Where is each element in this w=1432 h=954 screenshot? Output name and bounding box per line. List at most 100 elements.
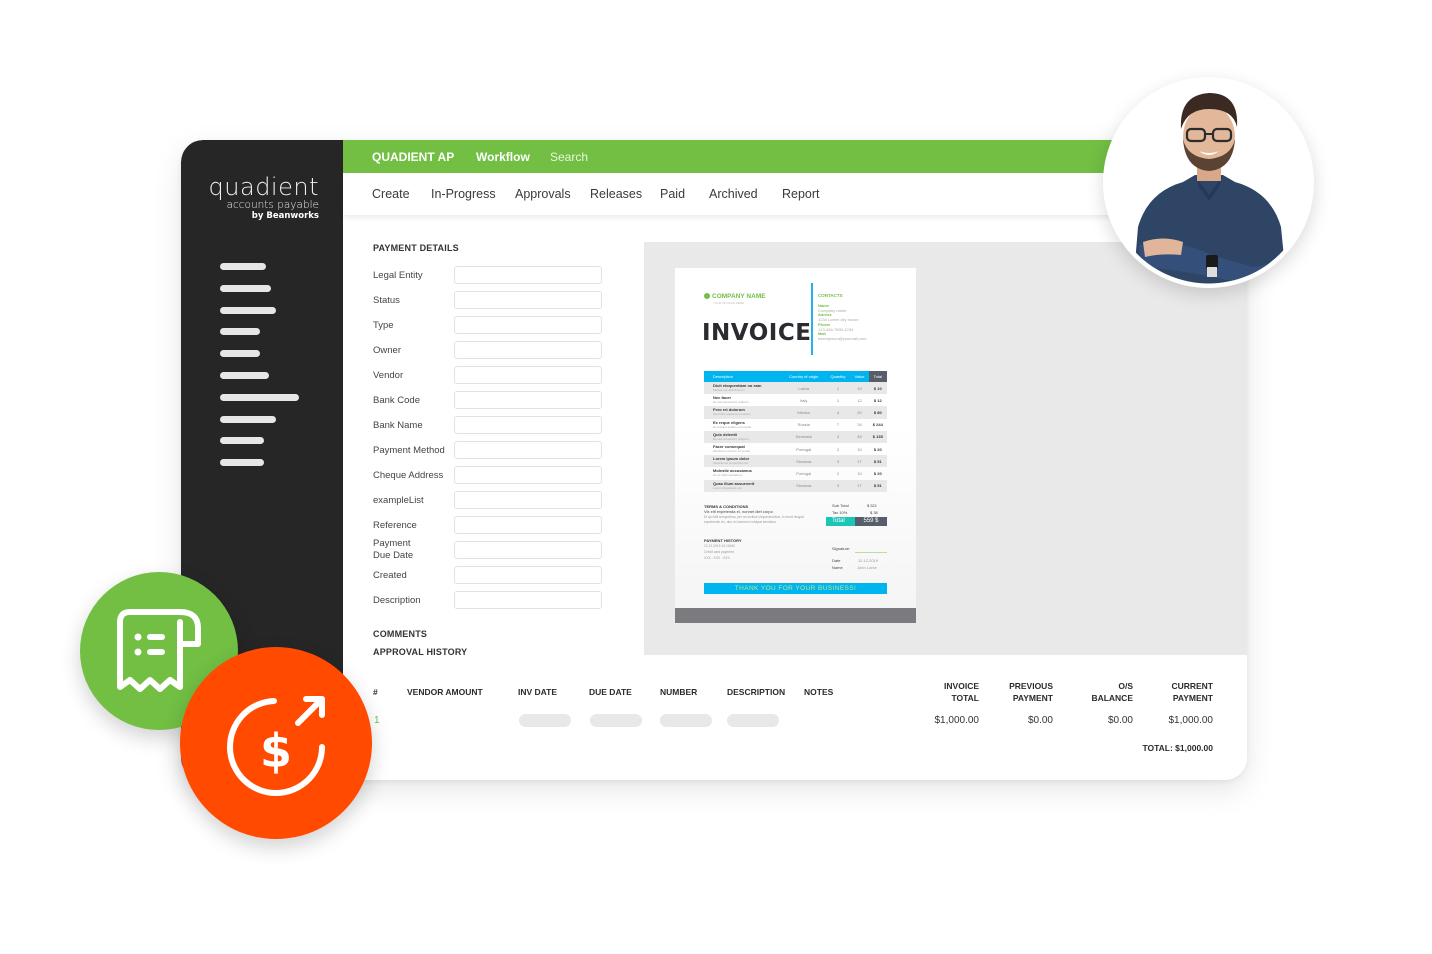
- item-description: Dicit eloquentiam no eam Meliore ius defi…: [704, 382, 782, 395]
- total-label: Total: [826, 517, 855, 526]
- sidebar-menu-item[interactable]: [220, 437, 264, 445]
- payment-details-title: PAYMENT DETAILS: [373, 243, 459, 253]
- brand-link[interactable]: QUADIENT AP: [372, 150, 454, 164]
- item-total: $ 244: [872, 422, 883, 428]
- item-subtitle: Lorem disputando pro: [713, 485, 743, 490]
- sidebar-menu-item[interactable]: [220, 350, 260, 358]
- current-payment-value: $1,000.00: [1168, 715, 1214, 726]
- invoice-total-bar: Total 559 $: [826, 517, 887, 526]
- item-title: Quas illum assueverit: [713, 480, 755, 486]
- item-description: Quas illum assueverit Lorem disputando pr…: [704, 479, 782, 492]
- field-input[interactable]: [454, 441, 602, 459]
- field-input[interactable]: [454, 366, 602, 384]
- item-value: 17: [850, 479, 869, 492]
- tab-archived[interactable]: Archived: [709, 187, 758, 201]
- payment-history-line: 12.12.2019 10:10AM: [704, 544, 735, 548]
- item-quantity: 4: [825, 406, 851, 419]
- invoice-title: INVOICE: [702, 320, 812, 346]
- field-input[interactable]: [454, 566, 602, 584]
- contact-address: Adress 1234 Lorem city house: [818, 312, 858, 322]
- field-input[interactable]: [454, 466, 602, 484]
- tab-create[interactable]: Create: [372, 187, 410, 201]
- item-description: Nec facer Eu sed assueverit, adipisci: [704, 394, 782, 406]
- divider: [811, 283, 813, 355]
- invoice-item-row: Quas illum assueverit Lorem disputando pr…: [704, 479, 887, 492]
- name-label: Name: [832, 565, 843, 570]
- inv-date-placeholder: [519, 714, 571, 727]
- item-total: $ 20: [873, 446, 882, 452]
- sidebar-menu-item[interactable]: [220, 415, 276, 423]
- field-label: Bank Name: [373, 420, 423, 431]
- item-country: Latvia: [781, 382, 826, 395]
- field-input[interactable]: [454, 341, 602, 359]
- field-input[interactable]: [454, 291, 602, 309]
- approval-history-title[interactable]: APPROVAL HISTORY: [373, 647, 467, 657]
- payment-history-line: Credit card payment: [704, 550, 734, 554]
- item-title: Ex reque eligens: [713, 419, 745, 425]
- item-quantity: 2: [836, 446, 840, 452]
- total-value: 559 $: [855, 517, 887, 526]
- field-label: Owner: [373, 345, 401, 356]
- item-country: Slovenia: [781, 455, 826, 468]
- invoice-item-row: Molestie accusamus Eu sit vidit mandamus P…: [704, 467, 887, 479]
- field-label: Created: [373, 570, 407, 581]
- search-link[interactable]: Search: [550, 150, 588, 164]
- field-label: Vendor: [373, 370, 404, 381]
- invoice-document[interactable]: COMPANY NAME YOUR SLOGAN HERE INVOICE CO…: [675, 268, 916, 623]
- row-number[interactable]: 1: [374, 715, 380, 726]
- field-input[interactable]: [454, 391, 602, 409]
- sidebar-menu-item[interactable]: [220, 328, 260, 336]
- col-header-vendor-amount: VENDOR AMOUNT: [407, 687, 483, 697]
- tab-report[interactable]: Report: [782, 187, 820, 201]
- field-input[interactable]: [454, 266, 602, 284]
- invoice-item-row: Nec facer Eu sed assueverit, adipisci Ital…: [704, 394, 887, 406]
- tab-in-progress[interactable]: In-Progress: [431, 187, 496, 201]
- company-tagline: YOUR SLOGAN HERE: [713, 301, 745, 305]
- item-value: 17: [850, 455, 869, 468]
- field-input[interactable]: [454, 591, 602, 609]
- field-input[interactable]: [454, 491, 602, 509]
- invoice-item-row: Quis deleniti Eu sed assueverit, adipisci…: [704, 430, 887, 443]
- item-total: $ 20: [873, 470, 882, 476]
- logo: quadient accounts payable by Beanworks: [207, 174, 319, 222]
- col-header-invoice-total: INVOICE TOTAL: [944, 681, 979, 703]
- sidebar-menu-item[interactable]: [220, 459, 264, 467]
- logo-subtitle: accounts payable: [226, 199, 319, 211]
- invoice-item-row: Facer consequat Mentitum nostrum sit orna…: [704, 443, 887, 455]
- sidebar-menu-item[interactable]: [220, 306, 276, 314]
- field-input[interactable]: [454, 416, 602, 434]
- item-quantity: 3: [825, 455, 851, 468]
- workflow-link[interactable]: Workflow: [476, 150, 530, 164]
- tab-approvals[interactable]: Approvals: [515, 187, 571, 201]
- item-subtitle: Meliore ius definitionem: [713, 388, 745, 393]
- company-logo-icon: [704, 293, 710, 299]
- tab-paid[interactable]: Paid: [660, 187, 685, 201]
- item-description: Quis deleniti Eu sed assueverit, adipisci: [704, 430, 782, 443]
- comments-title[interactable]: COMMENTS: [373, 629, 427, 639]
- date-label: Date: [832, 558, 841, 563]
- contact-value: loremipsum@yourmail.com: [818, 335, 867, 341]
- item-value: 10: [857, 446, 862, 452]
- tab-releases[interactable]: Releases: [590, 187, 642, 201]
- field-label: Payment Method: [373, 445, 445, 456]
- item-description: Lorem ipsum dolor Laboramus temporibus ad: [704, 455, 782, 468]
- date-value: 12.12.2019: [858, 558, 879, 563]
- name-value: John Lorke: [857, 565, 877, 570]
- field-label: Legal Entity: [373, 270, 423, 281]
- company-name: COMPANY NAME: [704, 293, 766, 300]
- sidebar-menu-item[interactable]: [220, 263, 266, 270]
- sidebar-menu-item[interactable]: [220, 393, 299, 401]
- field-label: Type: [373, 320, 394, 331]
- sidebar-menu-item[interactable]: [220, 284, 271, 292]
- contacts-title: CONTACTS: [818, 293, 843, 298]
- person-photo-icon: [1107, 81, 1310, 284]
- thank-you-banner: THANK YOU FOR YOUR BUSINESS!: [704, 583, 887, 594]
- field-input[interactable]: [454, 316, 602, 334]
- invoice-preview-pane: COMPANY NAME YOUR SLOGAN HERE INVOICE CO…: [644, 242, 1247, 655]
- item-total: $ 10: [868, 382, 887, 395]
- field-input[interactable]: [454, 541, 602, 559]
- field-label: Reference: [373, 520, 417, 531]
- sidebar-menu-item[interactable]: [220, 372, 269, 379]
- field-input[interactable]: [454, 516, 602, 534]
- item-value: 45: [850, 430, 869, 443]
